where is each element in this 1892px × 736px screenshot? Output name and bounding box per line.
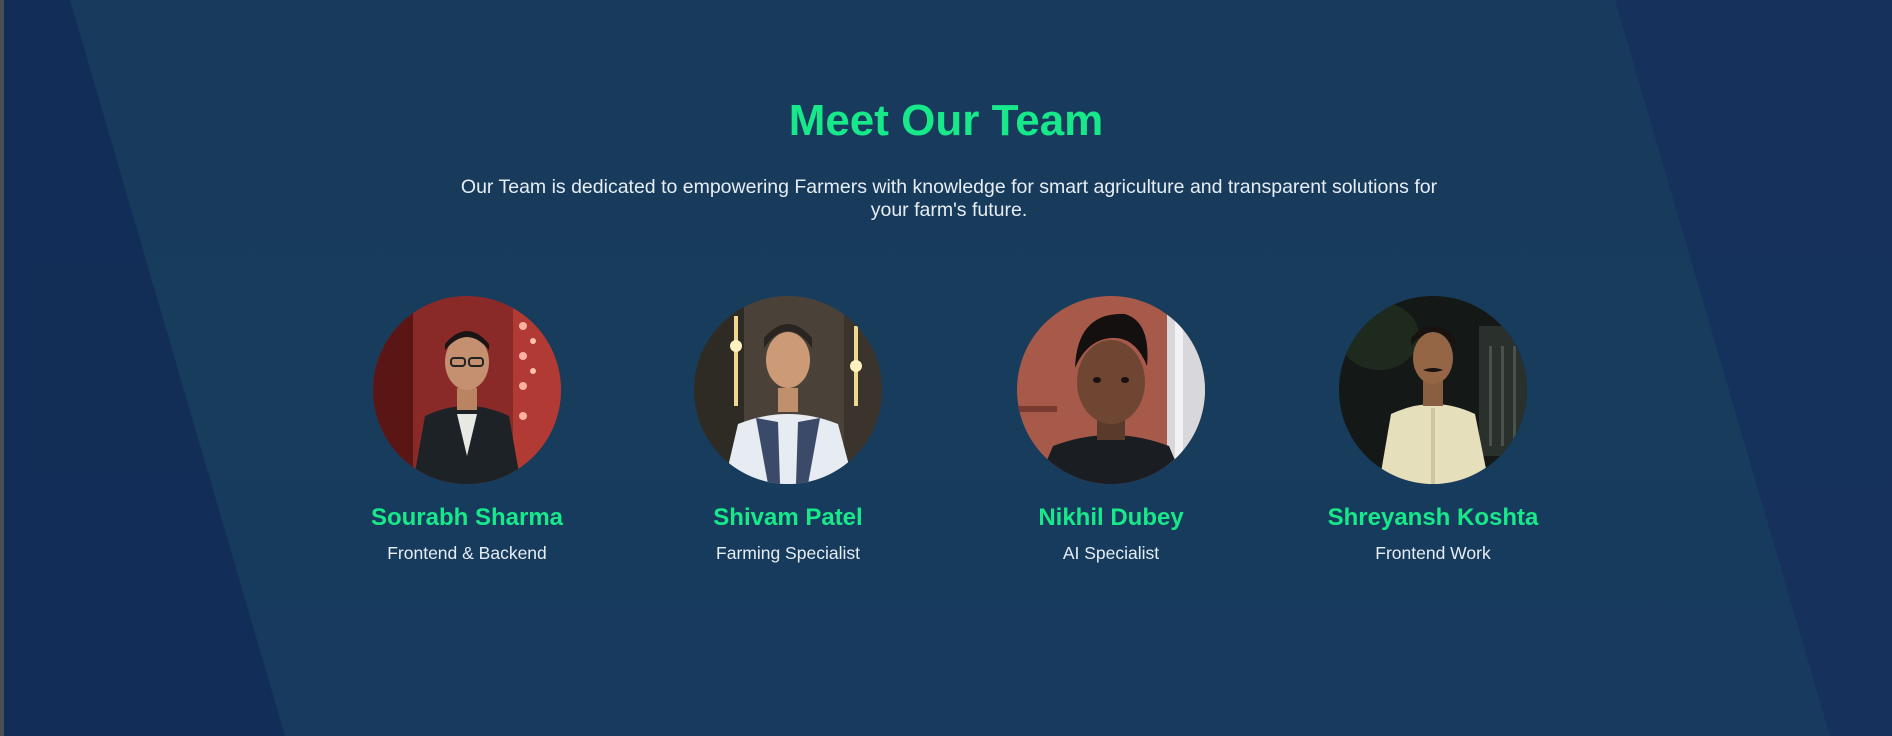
member-name: Shreyansh Koshta (1327, 504, 1539, 531)
member-photo (373, 296, 561, 484)
team-member-card: Shreyansh Koshta Frontend Work (1303, 296, 1563, 564)
member-role: Frontend & Backend (387, 543, 547, 563)
section-subtitle: Our Team is dedicated to empowering Farm… (460, 176, 1438, 221)
member-photo (1339, 296, 1527, 484)
team-member-card: Sourabh Sharma Frontend & Backend (337, 296, 597, 564)
member-photo (1017, 296, 1205, 484)
member-name: Nikhil Dubey (1038, 504, 1184, 531)
team-member-card: Nikhil Dubey AI Specialist (981, 296, 1241, 564)
member-role: Farming Specialist (716, 543, 860, 563)
member-role: Frontend Work (1375, 543, 1491, 563)
member-photo (694, 296, 882, 484)
team-member-card: Shivam Patel Farming Specialist (658, 296, 918, 564)
section-title: Meet Our Team (788, 96, 1104, 145)
team-section: Meet Our Team Our Team is dedicated to e… (0, 0, 1892, 736)
member-name: Sourabh Sharma (370, 504, 564, 531)
member-role: AI Specialist (1062, 543, 1160, 563)
member-name: Shivam Patel (713, 504, 863, 531)
